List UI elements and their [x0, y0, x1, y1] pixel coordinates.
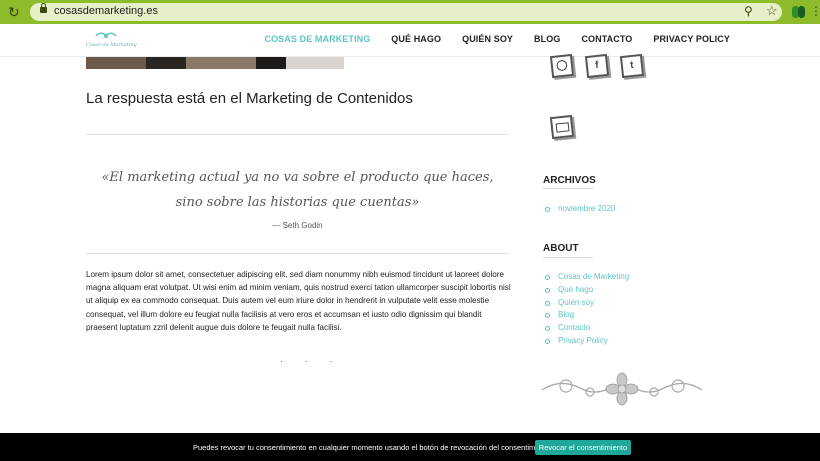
divider	[86, 134, 509, 135]
about-link-contacto[interactable]: Contacto	[545, 322, 629, 335]
main-nav: COSAS DE MARKETING QUÉ HAGO QUIÉN SOY BL…	[243, 34, 730, 44]
nav-que-hago[interactable]: QUÉ HAGO	[391, 34, 441, 44]
nav-contacto[interactable]: CONTACTO	[581, 34, 632, 44]
nav-privacy-policy[interactable]: PRIVACY POLICY	[653, 34, 730, 44]
widget-divider	[543, 188, 593, 189]
archives-title: ARCHIVOS	[543, 175, 596, 186]
cookie-consent-bar: Puedes revocar tu consentimiento en cual…	[0, 433, 820, 461]
about-link-privacy-policy[interactable]: Privacy Policy	[545, 335, 629, 348]
post-title: La respuesta está en el Marketing de Con…	[86, 90, 413, 107]
site-logo[interactable]: Cosas de Marketing	[86, 31, 137, 51]
instagram-icon[interactable]: ◯	[549, 53, 575, 79]
archives-list: noviembre 2020	[545, 203, 615, 216]
about-link-cosas-de-marketing[interactable]: Cosas de Marketing	[545, 271, 629, 284]
hero-image	[86, 57, 344, 69]
body-paragraph: Lorem ipsum dolor sit amet, consectetuer…	[86, 270, 511, 332]
about-link-blog[interactable]: Blog	[545, 309, 629, 322]
facebook-icon[interactable]: f	[584, 53, 610, 79]
about-list: Cosas de Marketing Qué hago Quién soy Bl…	[545, 271, 629, 348]
search-icon[interactable]: ⚲	[744, 4, 753, 18]
extension-icon[interactable]	[792, 6, 806, 18]
logo-text: Cosas de Marketing	[86, 42, 137, 48]
archive-link[interactable]: noviembre 2020	[545, 203, 615, 216]
url-text[interactable]: cosasdemarketing.es	[54, 4, 158, 18]
widget-divider	[543, 257, 593, 258]
separator-dots: · · ·	[280, 357, 343, 366]
about-link-quien-soy[interactable]: Quién soy	[545, 297, 629, 310]
reload-icon[interactable]: ↻	[8, 4, 20, 20]
about-link-que-hago[interactable]: Qué hago	[545, 284, 629, 297]
lock-icon[interactable]	[40, 3, 47, 13]
divider	[86, 253, 509, 254]
revoke-consent-button[interactable]: Revocar el consentimiento	[535, 440, 631, 455]
menu-icon[interactable]: ⋮	[810, 4, 820, 18]
nav-quien-soy[interactable]: QUIÉN SOY	[462, 34, 513, 44]
about-title: ABOUT	[543, 243, 579, 254]
star-icon[interactable]: ☆	[766, 3, 778, 19]
quote-author: — Seth Godin	[272, 221, 323, 230]
logo-mark-icon	[95, 32, 117, 38]
nav-blog[interactable]: BLOG	[534, 34, 560, 44]
nav-cosas-de-marketing[interactable]: COSAS DE MARKETING	[264, 34, 370, 44]
floral-ornament-icon	[541, 372, 703, 406]
twitter-icon[interactable]: t	[619, 53, 645, 79]
pull-quote: «El marketing actual ya no va sobre el p…	[101, 170, 494, 210]
browser-toolbar: ↻ cosasdemarketing.es ⚲ ☆ ⋮	[0, 0, 820, 24]
cookie-text: Puedes revocar tu consentimiento en cual…	[193, 443, 554, 452]
site-header: Cosas de Marketing COSAS DE MARKETING QU…	[0, 24, 820, 57]
mail-icon[interactable]	[549, 114, 575, 140]
